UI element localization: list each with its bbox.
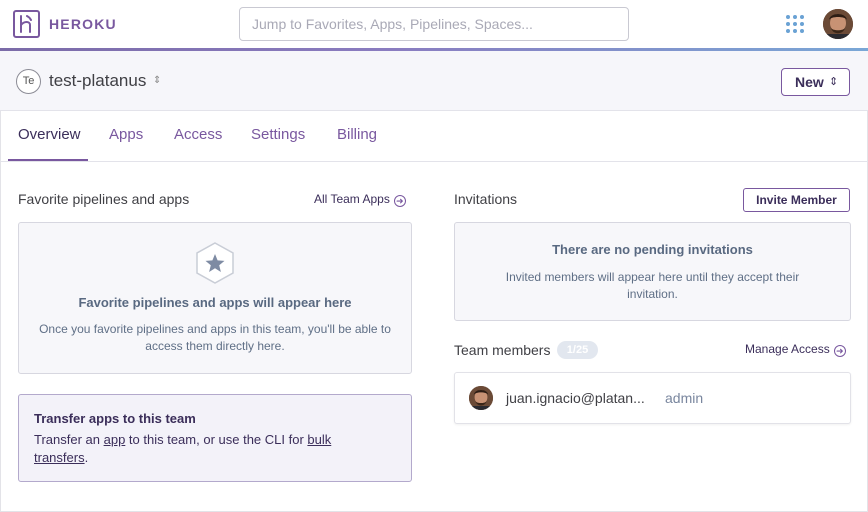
- transfer-text-prefix: Transfer an: [34, 432, 104, 447]
- star-hexagon-icon: [196, 242, 234, 284]
- team-name[interactable]: test-platanus: [49, 71, 146, 91]
- transfer-description: Transfer an app to this team, or use the…: [34, 431, 374, 467]
- heroku-h-icon: [20, 15, 32, 33]
- member-role: admin: [665, 390, 704, 406]
- tab-apps[interactable]: Apps: [109, 126, 143, 143]
- member-email: juan.ignacio@platan...: [506, 390, 645, 406]
- transfer-text-middle: to this team, or use the CLI for: [125, 432, 308, 447]
- favorites-empty-description: Once you favorite pipelines and apps in …: [39, 322, 391, 353]
- brand-name[interactable]: HEROKU: [49, 16, 117, 32]
- new-button-label: New: [795, 74, 824, 90]
- arrow-right-circle-icon: ➜: [393, 195, 406, 207]
- heroku-logo-icon[interactable]: [13, 10, 40, 38]
- favorites-empty-title: Favorite pipelines and apps will appear …: [78, 295, 352, 310]
- arrow-right-circle-icon: ➜: [833, 345, 846, 357]
- invitations-empty-description: Invited members will appear here until t…: [505, 270, 800, 301]
- tab-access[interactable]: Access: [174, 126, 222, 143]
- member-avatar: [469, 386, 493, 410]
- member-row[interactable]: juan.ignacio@platan... admin: [454, 372, 851, 424]
- active-tab-indicator: [8, 159, 88, 161]
- favorites-heading: Favorite pipelines and apps: [18, 191, 190, 207]
- invitations-heading: Invitations: [454, 191, 518, 207]
- chevron-updown-icon: ⇕: [829, 76, 839, 88]
- tab-bar: Overview Apps Access Settings Billing: [0, 112, 868, 162]
- member-count-badge: 1/25: [557, 341, 598, 359]
- team-header: Te test-platanus ⇕ New ⇕: [0, 51, 868, 111]
- all-team-apps-link[interactable]: All Team Apps ➜: [314, 192, 406, 207]
- team-avatar: Te: [16, 69, 41, 94]
- favorites-empty-state: Favorite pipelines and apps will appear …: [18, 222, 412, 374]
- search-input[interactable]: [239, 7, 629, 41]
- tab-billing[interactable]: Billing: [337, 126, 377, 143]
- new-button[interactable]: New ⇕: [781, 68, 850, 96]
- app-link[interactable]: app: [104, 432, 126, 447]
- user-avatar[interactable]: [823, 9, 853, 39]
- team-switcher-chevron-icon[interactable]: ⇕: [153, 75, 161, 86]
- invitations-empty-state: There are no pending invitations Invited…: [454, 222, 851, 321]
- tab-overview[interactable]: Overview: [18, 126, 81, 143]
- invitations-empty-title: There are no pending invitations: [552, 242, 753, 257]
- manage-access-link[interactable]: Manage Access ➜: [745, 342, 846, 357]
- tab-settings[interactable]: Settings: [251, 126, 305, 143]
- apps-grid-icon[interactable]: [786, 15, 804, 33]
- all-team-apps-label: All Team Apps: [314, 192, 390, 206]
- transfer-text-suffix: .: [84, 450, 89, 465]
- team-members-heading: Team members: [454, 342, 551, 358]
- manage-access-label: Manage Access: [745, 342, 830, 356]
- invite-member-button[interactable]: Invite Member: [743, 188, 850, 212]
- transfer-apps-callout: Transfer apps to this team Transfer an a…: [18, 394, 412, 482]
- transfer-title: Transfer apps to this team: [34, 411, 196, 426]
- top-navbar: HEROKU: [0, 0, 868, 50]
